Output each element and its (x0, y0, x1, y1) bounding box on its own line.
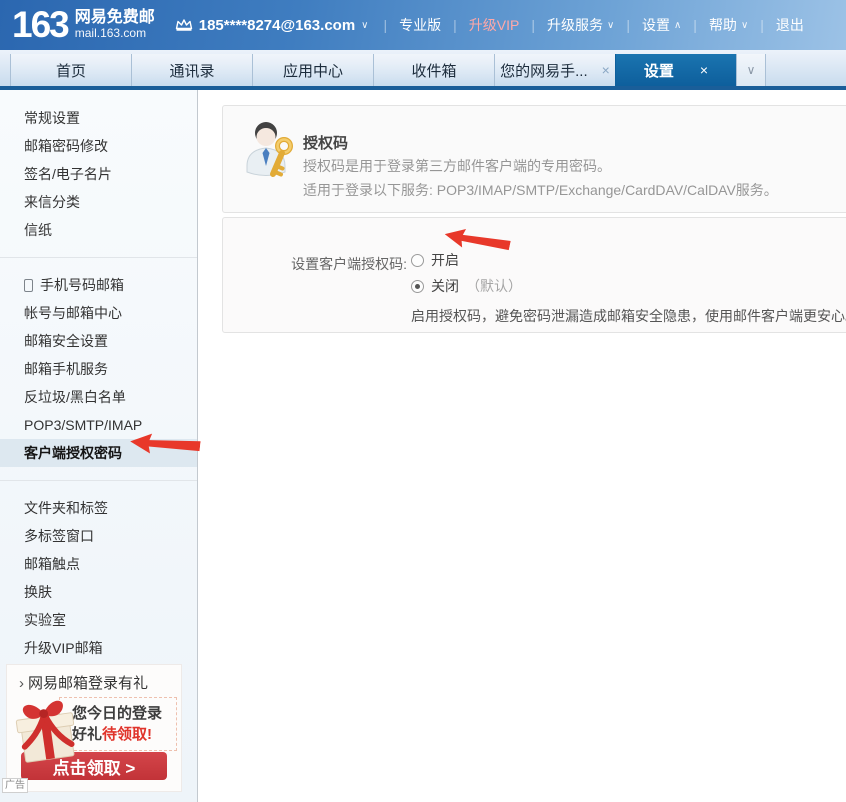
tab-home[interactable]: 首页 (10, 54, 131, 86)
sidebar-item-folders-labels[interactable]: 文件夹和标签 (0, 494, 197, 522)
setting-label: 设置客户端授权码: (279, 254, 407, 274)
account-email: 185****8274@163.com (199, 17, 355, 34)
sidebar-item-stationery[interactable]: 信纸 (0, 216, 197, 244)
person-key-icon (243, 120, 297, 182)
auth-code-intro-panel: 授权码 授权码是用于登录第三方邮件客户端的专用密码。 适用于登录以下服务: PO… (222, 105, 846, 213)
auth-code-desc-line1: 授权码是用于登录第三方邮件客户端的专用密码。 (303, 156, 611, 176)
brand-block: 网易免费邮 mail.163.com (75, 9, 155, 41)
radio-option-enable[interactable]: 开启 (411, 250, 459, 270)
settings-sidebar: 常规设置 邮箱密码修改 签名/电子名片 来信分类 信纸 手机号码邮箱 帐号与邮箱… (0, 90, 198, 802)
login-gift-promo[interactable]: ›网易邮箱登录有礼 您今日的登录 好礼待领取! 点击领取 > (6, 664, 182, 792)
nav-logout[interactable]: 退出 (765, 15, 815, 35)
brand-name: 网易免费邮 (75, 9, 155, 27)
sidebar-item-multitab-window[interactable]: 多标签窗口 (0, 522, 197, 550)
chevron-down-icon: ∨ (607, 20, 614, 31)
close-icon[interactable]: × (700, 63, 708, 77)
sidebar-item-incoming-classification[interactable]: 来信分类 (0, 188, 197, 216)
nav-settings[interactable]: 设置∧ (631, 15, 692, 35)
logo-163[interactable]: 163 (12, 2, 68, 48)
close-icon[interactable]: × (602, 63, 610, 77)
tab-app-center[interactable]: 应用中心 (252, 54, 373, 86)
sidebar-item-mobile-services[interactable]: 邮箱手机服务 (0, 355, 197, 383)
tab-your-netease-mobile[interactable]: 您的网易手... × (494, 54, 615, 86)
sidebar-item-account-center[interactable]: 帐号与邮箱中心 (0, 299, 197, 327)
sidebar-item-signature[interactable]: 签名/电子名片 (0, 160, 197, 188)
auth-code-desc-line2: 适用于登录以下服务: POP3/IMAP/SMTP/Exchange/CardD… (303, 180, 778, 200)
account-menu[interactable]: 185****8274@163.com ∨ (175, 17, 369, 34)
sidebar-item-password-change[interactable]: 邮箱密码修改 (0, 132, 197, 160)
auth-code-settings-panel: 设置客户端授权码: 开启 关闭 （默认） 启用授权码，避免密码泄漏造成邮箱安全隐… (222, 217, 846, 333)
tab-list-dropdown[interactable]: ∨ (736, 54, 766, 86)
main-content: 授权码 授权码是用于登录第三方邮件客户端的专用密码。 适用于登录以下服务: PO… (222, 105, 846, 333)
phone-icon (24, 279, 33, 292)
chevron-down-icon: ∨ (741, 20, 748, 31)
crown-icon (175, 18, 193, 32)
nav-help[interactable]: 帮助∨ (698, 15, 759, 35)
sidebar-item-pop3-smtp-imap[interactable]: POP3/SMTP/IMAP (0, 411, 197, 439)
sidebar-item-security-settings[interactable]: 邮箱安全设置 (0, 327, 197, 355)
auth-code-title: 授权码 (303, 132, 348, 153)
radio-default-suffix: （默认） (466, 276, 522, 296)
tab-inbox[interactable]: 收件箱 (373, 54, 494, 86)
radio-disable-label: 关闭 (431, 276, 459, 296)
chevron-down-icon: ∨ (361, 20, 368, 31)
sidebar-item-antispam[interactable]: 反垃圾/黑白名单 (0, 383, 197, 411)
tab-settings[interactable]: 设置 × (615, 54, 736, 86)
header-nav: | 专业版 | 升级VIP | 升级服务∨ | 设置∧ | 帮助∨ | 退出 (383, 15, 815, 35)
promo-line1: 您今日的登录 (72, 703, 172, 724)
radio-enable-label: 开启 (431, 250, 459, 270)
nav-upgrade-vip[interactable]: 升级VIP (458, 15, 531, 35)
sidebar-item-client-auth-password[interactable]: 客户端授权密码 (0, 439, 197, 467)
brand-domain: mail.163.com (75, 27, 155, 41)
nav-upgrade-services[interactable]: 升级服务∨ (536, 15, 625, 35)
sidebar-item-lab[interactable]: 实验室 (0, 606, 197, 634)
radio-button-checked[interactable] (411, 280, 424, 293)
sidebar-divider (0, 257, 197, 258)
nav-pro-version[interactable]: 专业版 (388, 15, 452, 35)
promo-highlight: 待领取! (102, 726, 152, 743)
ad-tag: 广告 (2, 778, 28, 793)
radio-button-unchecked[interactable] (411, 254, 424, 267)
tab-strip: 首页 通讯录 应用中心 收件箱 您的网易手... × 设置 × ∨ (0, 50, 846, 90)
sidebar-item-upgrade-vip-mailbox[interactable]: 升级VIP邮箱 (0, 634, 197, 662)
mail-settings-page: 163 网易免费邮 mail.163.com 185****8274@163.c… (0, 0, 846, 802)
sidebar-item-mail-touchpoint[interactable]: 邮箱触点 (0, 550, 197, 578)
sidebar-item-skin[interactable]: 换肤 (0, 578, 197, 606)
sidebar-item-mobile-number-mailbox[interactable]: 手机号码邮箱 (0, 271, 197, 299)
chevron-up-icon: ∧ (674, 20, 681, 31)
sidebar-divider (0, 480, 197, 481)
setting-tip: 启用授权码，避免密码泄漏造成邮箱安全隐患，使用邮件客户端更安心。了解更多>> (411, 306, 846, 326)
radio-option-disable[interactable]: 关闭 （默认） (411, 276, 522, 296)
chevron-down-icon: ∨ (747, 63, 756, 77)
tab-contacts[interactable]: 通讯录 (131, 54, 252, 86)
gift-box-icon (1, 682, 90, 778)
top-header: 163 网易免费邮 mail.163.com 185****8274@163.c… (0, 0, 846, 50)
sidebar-item-general-settings[interactable]: 常规设置 (0, 104, 197, 132)
